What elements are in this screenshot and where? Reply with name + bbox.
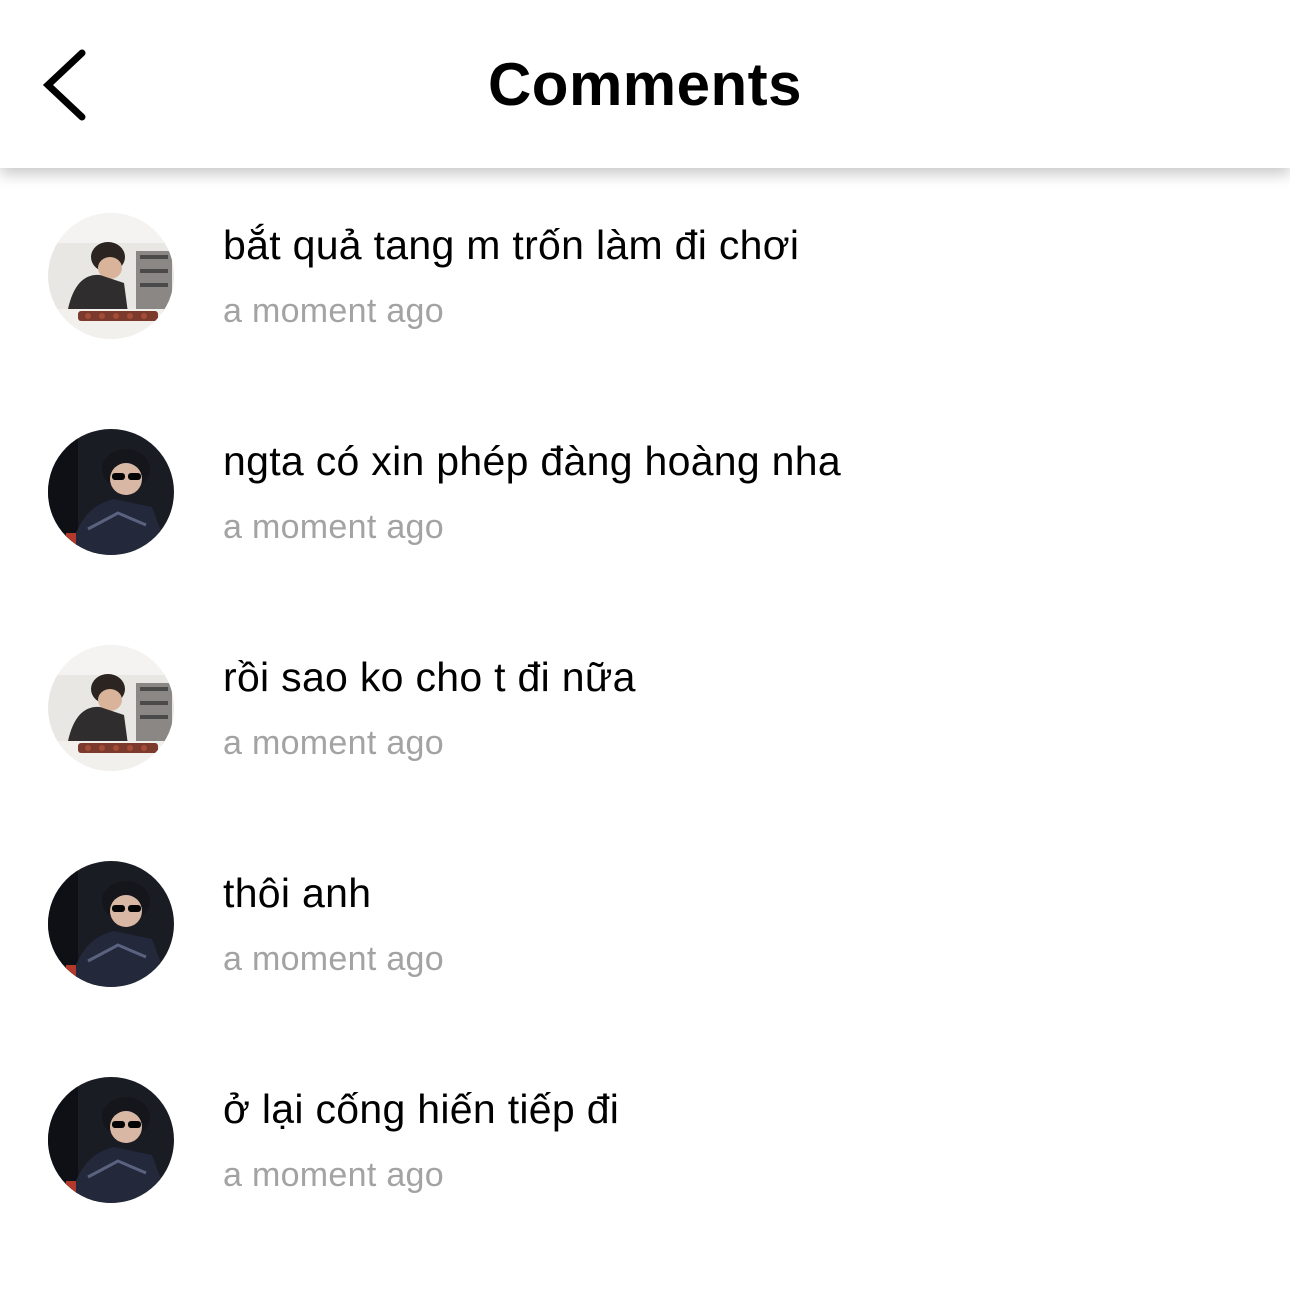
- comments-screen: Comments bắt quả tang m trốn làm đi chơi…: [0, 0, 1290, 1298]
- avatar-chef-image: [48, 213, 174, 339]
- comment-timestamp: a moment ago: [223, 292, 444, 330]
- comment-timestamp: a moment ago: [223, 508, 444, 546]
- comment-text: rồi sao ko cho t đi nữa: [223, 654, 636, 700]
- avatar-sunglasses-image: [48, 429, 174, 555]
- avatar-chef-image: [48, 645, 174, 771]
- comment-item[interactable]: bắt quả tang m trốn làm đi chơi a moment…: [0, 168, 1290, 384]
- comment-text: bắt quả tang m trốn làm đi chơi: [223, 222, 800, 268]
- comment-timestamp: a moment ago: [223, 724, 444, 762]
- avatar-sunglasses-image: [48, 1077, 174, 1203]
- avatar[interactable]: [48, 861, 174, 987]
- avatar[interactable]: [48, 645, 174, 771]
- header-bar: Comments: [0, 0, 1290, 168]
- comment-text: ngta có xin phép đàng hoàng nha: [223, 438, 841, 484]
- avatar-sunglasses-image: [48, 861, 174, 987]
- avatar[interactable]: [48, 429, 174, 555]
- avatar[interactable]: [48, 213, 174, 339]
- comment-timestamp: a moment ago: [223, 1156, 444, 1194]
- avatar[interactable]: [48, 1077, 174, 1203]
- comment-item[interactable]: thôi anh a moment ago: [0, 816, 1290, 1032]
- comment-text: ở lại cống hiến tiếp đi: [223, 1086, 620, 1132]
- comment-item[interactable]: rồi sao ko cho t đi nữa a moment ago: [0, 600, 1290, 816]
- comment-item[interactable]: ngta có xin phép đàng hoàng nha a moment…: [0, 384, 1290, 600]
- comment-item[interactable]: ở lại cống hiến tiếp đi a moment ago: [0, 1032, 1290, 1248]
- page-title: Comments: [487, 51, 803, 118]
- comment-timestamp: a moment ago: [223, 940, 444, 978]
- comment-text: thôi anh: [223, 870, 372, 916]
